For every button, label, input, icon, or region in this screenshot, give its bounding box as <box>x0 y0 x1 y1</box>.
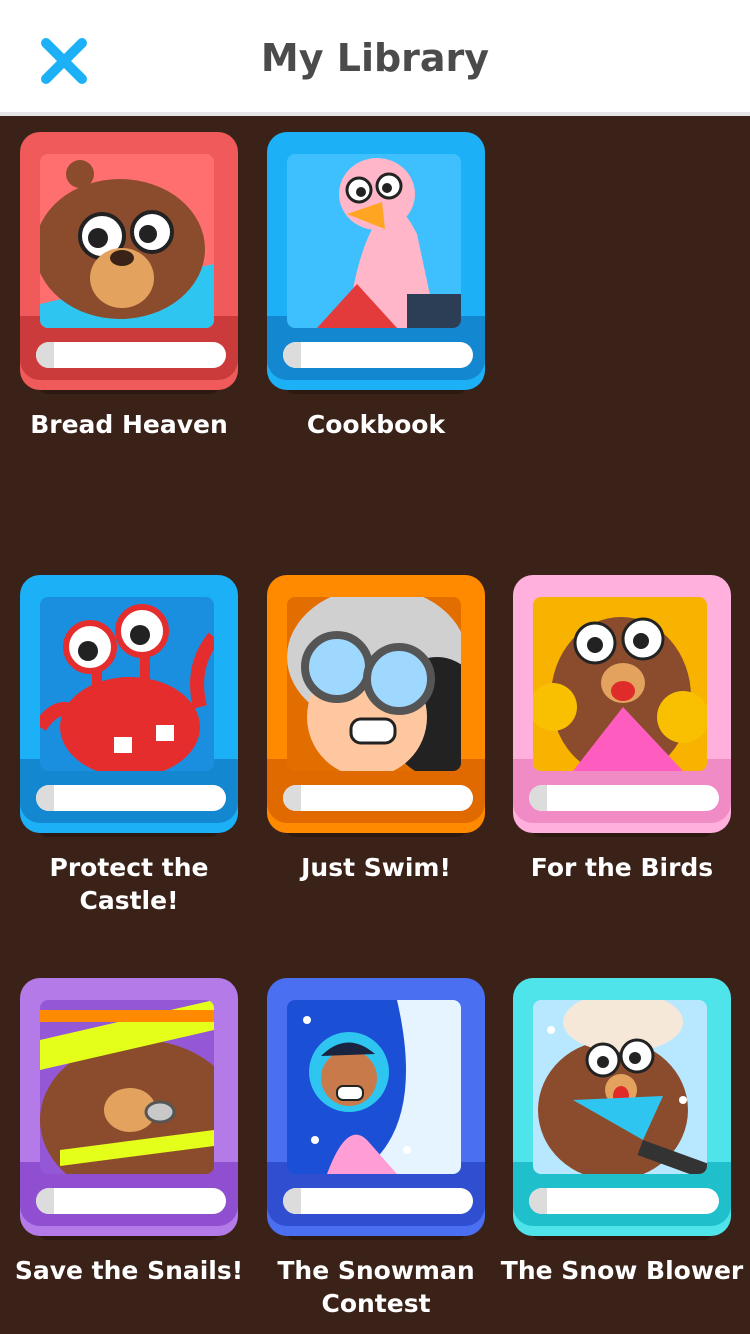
book-title: Protect the Castle! <box>49 853 209 915</box>
page-title: My Library <box>260 36 490 80</box>
book-title: The Snowman Contest <box>277 1256 475 1318</box>
the-snow-blower-cover-art <box>533 1000 707 1174</box>
book-title: Cookbook <box>306 410 446 439</box>
save-the-snails-cover-art <box>40 1000 214 1174</box>
cookbook-cover-art <box>287 154 461 328</box>
book-pages <box>529 785 719 811</box>
book-title: Just Swim! <box>301 853 451 882</box>
header: My Library <box>0 0 750 116</box>
book-title: Bread Heaven <box>30 410 228 439</box>
just-swim-cover-art <box>287 597 461 771</box>
the-snowman-contest-cover-art <box>287 1000 461 1174</box>
book-pages <box>36 785 226 811</box>
bread-heaven-cover-art <box>40 154 214 328</box>
book-title: The Snow Blower <box>500 1256 744 1285</box>
book-title: For the Birds <box>530 853 714 882</box>
book-pages <box>529 1188 719 1214</box>
book-pages <box>283 1188 473 1214</box>
book-pages <box>283 785 473 811</box>
book-pages <box>36 342 226 368</box>
for-the-birds-cover-art <box>533 597 707 771</box>
protect-the-castle-cover-art <box>40 597 214 771</box>
book-pages <box>283 342 473 368</box>
library-shelf: Bread Heaven Cookbook Protect the Castle… <box>0 120 750 1334</box>
book-pages <box>36 1188 226 1214</box>
book-title: Save the Snails! <box>14 1256 244 1285</box>
